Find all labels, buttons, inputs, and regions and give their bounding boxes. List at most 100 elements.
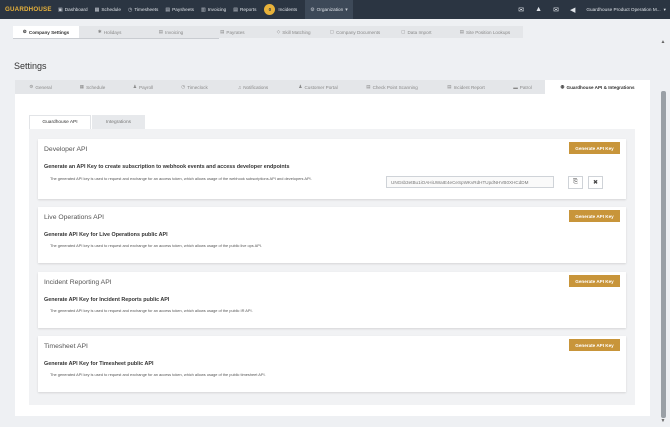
card-heading: Generate API Key for Live Operations pub… xyxy=(44,232,168,238)
calendar-icon: ▦ xyxy=(79,84,85,89)
tab-company-documents[interactable]: ▢ Company Documents xyxy=(324,26,385,38)
user-icon: ♟ xyxy=(298,84,303,89)
card-title: Live Operations API xyxy=(44,214,105,221)
reports-icon: ▤ xyxy=(233,6,238,13)
subtab-guardhouse-api[interactable]: Guardhouse API xyxy=(29,115,91,129)
card-description: The generated API key is used to request… xyxy=(50,243,262,248)
subtab-integrations[interactable]: Integrations xyxy=(92,115,145,129)
card-title: Timesheet API xyxy=(44,343,88,350)
settings-tab-general[interactable]: ⚙ General xyxy=(15,80,66,94)
nav-reports[interactable]: ▤ Reports xyxy=(233,0,256,19)
tab-data-import[interactable]: ▢ Data Import xyxy=(386,26,447,38)
generate-api-key-button[interactable]: Generate API Key xyxy=(569,339,620,351)
bell-icon: ♫ xyxy=(237,84,242,90)
card-heading: Generate an API Key to create subscripti… xyxy=(44,164,290,170)
tab-label: Customer Portal xyxy=(304,84,338,90)
nav-organization-dropdown[interactable]: ⚙ Organization ▾ xyxy=(305,0,353,19)
guardhouse-logo[interactable]: GUARDHOUSE xyxy=(5,6,52,13)
gear-icon: ⚙ xyxy=(310,6,315,13)
generate-api-key-button[interactable]: Generate API Key xyxy=(569,210,620,222)
timesheet-api-card: Timesheet API Generate API Key Generate … xyxy=(38,336,626,392)
scroll-down-arrow[interactable]: ▼ xyxy=(659,418,667,424)
card-description: The generated API key is used to request… xyxy=(50,372,266,377)
dashboard-icon: ▣ xyxy=(58,6,63,13)
settings-tab-schedule[interactable]: ▦ Schedule xyxy=(66,80,119,94)
tab-invoicing[interactable]: ▤ Invoicing xyxy=(140,26,201,38)
tab-label: Site Position Lookups xyxy=(466,29,511,35)
tab-company-settings[interactable]: ⚙ Company Settings xyxy=(13,26,79,38)
nav-paysheets[interactable]: ▤ Paysheets xyxy=(165,0,194,19)
skill-matching-icon: ◇ xyxy=(276,29,281,34)
settings-tab-customer-portal[interactable]: ♟ Customer Portal xyxy=(284,80,352,94)
api-key-field[interactable]: UNGsb3etBu1iOAHiUWaIE4eCeSpWKvRdHTUpdNHV… xyxy=(386,176,554,188)
tab-label: Incident Report xyxy=(453,84,485,90)
nav-incidents[interactable]: 0 Incidents xyxy=(264,0,297,19)
chat-icon[interactable]: ✉ xyxy=(518,6,524,14)
user-menu[interactable]: Guardhouse Product Operation M... xyxy=(586,7,660,12)
incident-reporting-api-card: Incident Reporting API Generate API Key … xyxy=(38,272,626,328)
invoicing-icon: ▥ xyxy=(201,6,206,13)
card-heading: Generate API Key for Timesheet public AP… xyxy=(44,361,154,367)
tab-label: General xyxy=(35,84,52,90)
data-import-icon: ▢ xyxy=(401,29,406,34)
settings-tabs: ⚙ General ▦ Schedule ♟ Payroll ◷ Timeclock ♫… xyxy=(15,80,650,94)
tab-site-position-lookups[interactable]: ▤ Site Position Lookups xyxy=(447,26,523,38)
tab-payrates[interactable]: ▤ Payrates xyxy=(202,26,263,38)
payrates-icon: ▤ xyxy=(220,29,225,34)
settings-tab-patrol[interactable]: ▬ Patrol xyxy=(500,80,545,94)
tab-label: Notifications xyxy=(243,84,269,90)
module-tabs: ⚙ Company Settings ✱ Holidays ▤ Invoicing ▤… xyxy=(13,26,523,38)
chevron-down-icon: ▾ xyxy=(345,6,348,13)
nav-schedule[interactable]: ▦ Schedule xyxy=(95,0,121,19)
tab-label: Schedule xyxy=(86,84,106,90)
settings-tab-api-integrations[interactable]: ◍ Guardhouse API & Integrations xyxy=(545,80,650,94)
chevron-down-icon[interactable]: ▾ xyxy=(664,7,666,13)
graduation-cap-icon[interactable]: ▲ xyxy=(535,6,542,13)
tab-label: Timeclock xyxy=(187,84,208,90)
nav-paysheets-label: Paysheets xyxy=(172,7,195,12)
tab-holidays[interactable]: ✱ Holidays xyxy=(79,26,140,38)
report-icon: ▤ xyxy=(447,84,452,89)
incidents-count-badge: 0 xyxy=(264,4,276,15)
copy-icon[interactable]: ⎘ xyxy=(568,176,583,189)
gear-icon: ⚙ xyxy=(29,84,34,89)
nav-reports-label: Reports xyxy=(240,7,257,12)
tab-underline xyxy=(13,38,219,39)
tab-label: Holidays xyxy=(103,29,122,35)
invoicing-icon: ▤ xyxy=(158,29,164,34)
site-position-icon: ▤ xyxy=(459,29,465,34)
generate-api-key-button[interactable]: Generate API Key xyxy=(569,142,620,154)
settings-tab-timeclock[interactable]: ◷ Timeclock xyxy=(167,80,222,94)
nav-organization-label: Organization xyxy=(316,7,344,12)
settings-tab-payroll[interactable]: ♟ Payroll xyxy=(119,80,167,94)
payroll-icon: ♟ xyxy=(132,84,138,89)
scroll-up-arrow[interactable]: ▲ xyxy=(659,39,667,45)
tab-label: Check Point Scanning xyxy=(372,84,418,90)
clock-icon: ◷ xyxy=(181,84,186,89)
megaphone-icon[interactable]: ◀ xyxy=(570,6,575,14)
nav-dashboard[interactable]: ▣ Dashboard xyxy=(58,0,88,19)
mail-icon[interactable]: ✉ xyxy=(553,6,559,14)
nav-incidents-label: Incidents xyxy=(278,7,298,12)
tab-skill-matching[interactable]: ◇ Skill Matching xyxy=(263,26,324,38)
tab-label: Guardhouse API & Integrations xyxy=(566,84,635,90)
nav-timesheets[interactable]: ◷ Timesheets xyxy=(128,0,158,19)
tab-label: Payrates xyxy=(226,29,245,35)
close-icon[interactable]: ✖ xyxy=(588,176,603,189)
nav-right-group: ✉ ▲ ✉ ◀ Guardhouse Product Operation M..… xyxy=(518,0,670,19)
tab-label: Patrol xyxy=(519,84,532,90)
globe-icon: ◍ xyxy=(560,84,565,89)
settings-tab-notifications[interactable]: ♫ Notifications xyxy=(222,80,284,94)
nav-invoicing[interactable]: ▥ Invoicing xyxy=(201,0,226,19)
settings-tab-incident-report[interactable]: ▤ Incident Report xyxy=(432,80,500,94)
paysheets-icon: ▤ xyxy=(165,6,171,13)
scan-icon: ▤ xyxy=(366,84,371,89)
settings-tab-check-point-scanning[interactable]: ▤ Check Point Scanning xyxy=(352,80,432,94)
card-title: Incident Reporting API xyxy=(44,279,112,286)
generate-api-key-button[interactable]: Generate API Key xyxy=(569,275,620,287)
car-icon: ▬ xyxy=(513,84,518,90)
page-scrollbar-thumb[interactable] xyxy=(661,91,666,418)
tab-label: Company Settings xyxy=(28,29,70,35)
timesheets-icon: ◷ xyxy=(127,6,133,13)
tab-label: Data Import xyxy=(407,29,432,35)
